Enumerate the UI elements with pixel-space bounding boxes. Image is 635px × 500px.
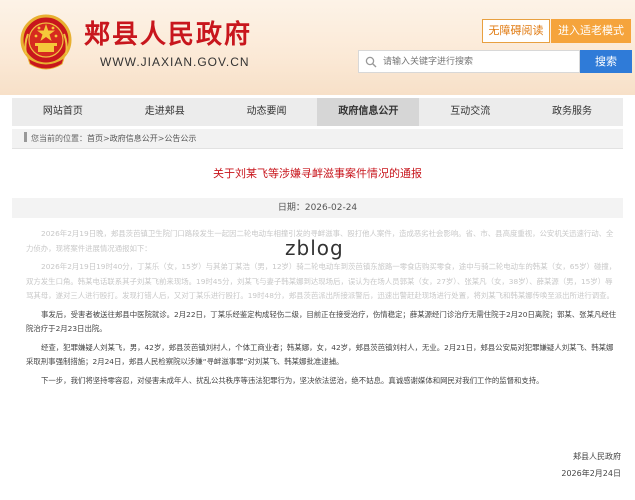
search-box (358, 50, 580, 73)
signature-date: 2026年2月24日 (561, 469, 621, 478)
article-paragraph: 2026年2月19日19时40分，丁某乐（女，15岁）与其弟丁某浩（男，12岁）… (26, 262, 617, 300)
article-date: 日期：2026-02-24 (12, 198, 623, 218)
article-paragraph: 事发后，受害者被送往郏县中医院就诊。2月22日，丁某乐经鉴定构成轻伤二级，目前正… (26, 309, 617, 334)
breadcrumb: 您当前的位置：首页>政府信息公开>公告公示 (12, 129, 623, 149)
accessibility-reading-button[interactable]: 无障碍阅读 (482, 19, 550, 43)
location-marker-icon (24, 132, 27, 142)
article-paragraph: 经查，犯罪嫌疑人刘某飞，男，42岁，郏县茨芭镇刘村人，个体工商业者；韩某娜，女，… (26, 342, 614, 367)
breadcrumb-current[interactable]: 公告公示 (164, 134, 196, 143)
nav-item-about[interactable]: 走进郏县 (114, 98, 216, 126)
breadcrumb-section-link[interactable]: 政府信息公开 (110, 134, 158, 143)
search-icon (365, 56, 377, 68)
article-title: 关于刘某飞等涉嫌寻衅滋事案件情况的通报 (213, 167, 422, 180)
signature-organization: 郏县人民政府 (573, 452, 621, 461)
nav-item-news[interactable]: 动态要闻 (216, 98, 318, 126)
main-nav: 网站首页 走进郏县 动态要闻 政府信息公开 互动交流 政务服务 (12, 98, 623, 126)
national-emblem-icon (20, 14, 72, 70)
search-input[interactable] (383, 53, 573, 71)
watermark-text: zblog (285, 236, 344, 260)
nav-item-gov-info[interactable]: 政府信息公开 (317, 98, 420, 126)
search-button[interactable]: 搜索 (580, 50, 632, 73)
elderly-mode-button[interactable]: 进入适老模式 (551, 19, 631, 43)
site-title: 郏县人民政府 (84, 20, 253, 50)
nav-item-home[interactable]: 网站首页 (12, 98, 114, 126)
breadcrumb-prefix: 您当前的位置： (31, 134, 87, 143)
site-header: 郏县人民政府 WWW.JIAXIAN.GOV.CN 无障碍阅读 进入适老模式 搜… (0, 0, 635, 95)
breadcrumb-separator: > (103, 134, 110, 143)
nav-item-services[interactable]: 政务服务 (521, 98, 623, 126)
breadcrumb-home-link[interactable]: 首页 (87, 134, 103, 143)
article-paragraph: 下一步，我们将坚持零容忍，对侵害未成年人、扰乱公共秩序等违法犯罪行为，坚决依法惩… (41, 375, 544, 385)
nav-item-interaction[interactable]: 互动交流 (419, 98, 521, 126)
site-url: WWW.JIAXIAN.GOV.CN (100, 55, 250, 69)
